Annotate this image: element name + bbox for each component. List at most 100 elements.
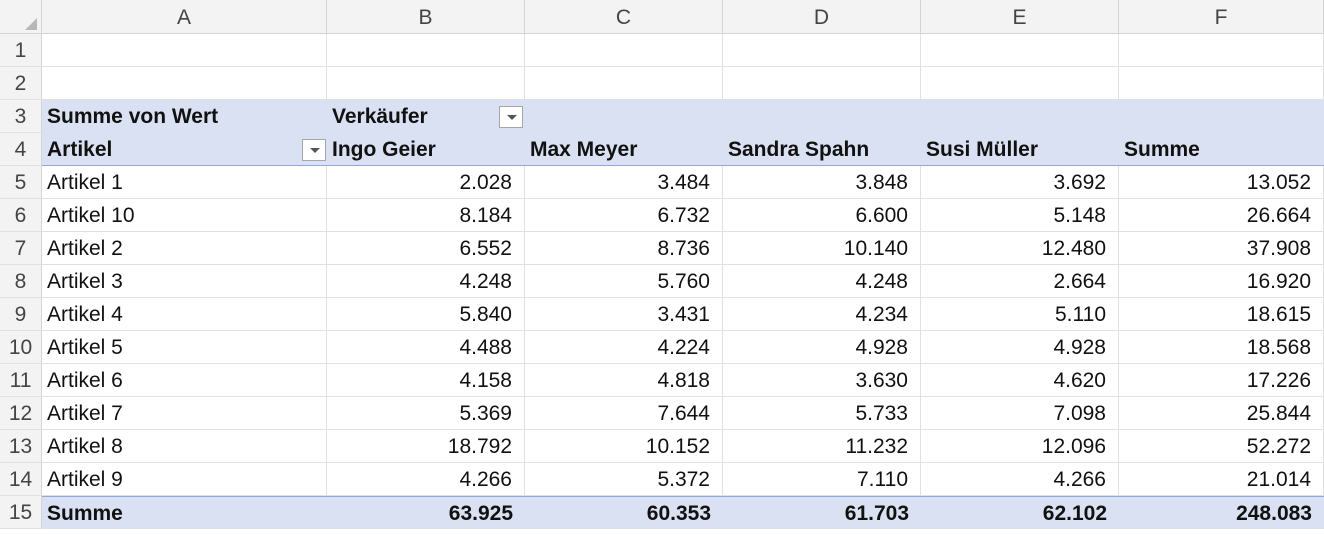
- row-header-8[interactable]: 8: [0, 265, 42, 298]
- column-header-f[interactable]: F: [1119, 0, 1324, 33]
- select-all-button[interactable]: [0, 0, 42, 34]
- value-cell[interactable]: 4.488: [327, 331, 525, 364]
- value-cell[interactable]: 3.484: [525, 166, 723, 199]
- column-filter-dropdown[interactable]: [499, 106, 523, 128]
- row-label[interactable]: Artikel 6: [42, 364, 327, 397]
- value-cell[interactable]: 5.372: [525, 463, 723, 496]
- value-cell[interactable]: 4.266: [327, 463, 525, 496]
- row-header-4[interactable]: 4: [0, 133, 42, 166]
- cell-b[interactable]: [327, 34, 525, 67]
- column-header-c[interactable]: C: [525, 0, 723, 33]
- cell-c[interactable]: [525, 34, 723, 67]
- seller-header[interactable]: Ingo Geier: [327, 133, 525, 166]
- column-total-value[interactable]: 60.353: [525, 497, 723, 530]
- seller-header[interactable]: Sandra Spahn: [723, 133, 921, 166]
- value-cell[interactable]: 12.480: [921, 232, 1119, 265]
- cell-d[interactable]: [723, 34, 921, 67]
- value-cell[interactable]: 4.248: [327, 265, 525, 298]
- row-total-value[interactable]: 26.664: [1119, 199, 1324, 232]
- value-cell[interactable]: 18.792: [327, 430, 525, 463]
- value-cell[interactable]: 8.184: [327, 199, 525, 232]
- row-header-7[interactable]: 7: [0, 232, 42, 265]
- row-header-14[interactable]: 14: [0, 463, 42, 496]
- value-cell[interactable]: 7.110: [723, 463, 921, 496]
- row-header-5[interactable]: 5: [0, 166, 42, 199]
- row-total-value[interactable]: 16.920: [1119, 265, 1324, 298]
- value-cell[interactable]: 4.224: [525, 331, 723, 364]
- row-header-9[interactable]: 9: [0, 298, 42, 331]
- row-header-15[interactable]: 15: [0, 496, 42, 529]
- column-header-d[interactable]: D: [723, 0, 921, 33]
- value-cell[interactable]: 4.818: [525, 364, 723, 397]
- value-cell[interactable]: 11.232: [723, 430, 921, 463]
- row-label[interactable]: Artikel 1: [42, 166, 327, 199]
- row-total-value[interactable]: 52.272: [1119, 430, 1324, 463]
- row-header-13[interactable]: 13: [0, 430, 42, 463]
- grand-total-value[interactable]: 248.083: [1119, 497, 1324, 530]
- row-total-value[interactable]: 21.014: [1119, 463, 1324, 496]
- cell-e[interactable]: [921, 67, 1119, 100]
- value-cell[interactable]: 2.664: [921, 265, 1119, 298]
- cell-c[interactable]: [525, 67, 723, 100]
- value-cell[interactable]: 4.248: [723, 265, 921, 298]
- value-cell[interactable]: 4.158: [327, 364, 525, 397]
- value-cell[interactable]: 5.110: [921, 298, 1119, 331]
- value-cell[interactable]: 12.096: [921, 430, 1119, 463]
- row-header-1[interactable]: 1: [0, 34, 42, 67]
- cell-d[interactable]: [723, 67, 921, 100]
- value-cell[interactable]: 7.098: [921, 397, 1119, 430]
- value-cell[interactable]: 8.736: [525, 232, 723, 265]
- row-header-6[interactable]: 6: [0, 199, 42, 232]
- row-total-value[interactable]: 13.052: [1119, 166, 1324, 199]
- row-total-value[interactable]: 17.226: [1119, 364, 1324, 397]
- row-label[interactable]: Artikel 4: [42, 298, 327, 331]
- row-header-2[interactable]: 2: [0, 67, 42, 100]
- total-column-header[interactable]: Summe: [1119, 133, 1324, 166]
- row-label[interactable]: Artikel 3: [42, 265, 327, 298]
- value-cell[interactable]: 6.732: [525, 199, 723, 232]
- row-filter-dropdown[interactable]: [302, 139, 326, 161]
- row-label[interactable]: Artikel 10: [42, 199, 327, 232]
- column-header-e[interactable]: E: [921, 0, 1119, 33]
- row-label[interactable]: Artikel 8: [42, 430, 327, 463]
- grand-total-label[interactable]: Summe: [42, 497, 327, 530]
- cell-b[interactable]: [327, 67, 525, 100]
- seller-header[interactable]: Max Meyer: [525, 133, 723, 166]
- value-cell[interactable]: 5.840: [327, 298, 525, 331]
- value-cell[interactable]: 5.760: [525, 265, 723, 298]
- pivot-row-field-label[interactable]: Artikel: [42, 133, 327, 166]
- value-cell[interactable]: 6.600: [723, 199, 921, 232]
- value-cell[interactable]: 4.928: [921, 331, 1119, 364]
- value-cell[interactable]: 5.733: [723, 397, 921, 430]
- row-label[interactable]: Artikel 7: [42, 397, 327, 430]
- row-label[interactable]: Artikel 9: [42, 463, 327, 496]
- row-total-value[interactable]: 18.568: [1119, 331, 1324, 364]
- row-header-11[interactable]: 11: [0, 364, 42, 397]
- value-cell[interactable]: 2.028: [327, 166, 525, 199]
- column-total-value[interactable]: 62.102: [921, 497, 1119, 530]
- row-header-3[interactable]: 3: [0, 100, 42, 133]
- value-cell[interactable]: 6.552: [327, 232, 525, 265]
- cell-f[interactable]: [1119, 67, 1324, 100]
- value-cell[interactable]: 3.630: [723, 364, 921, 397]
- value-cell[interactable]: 4.928: [723, 331, 921, 364]
- value-cell[interactable]: 4.266: [921, 463, 1119, 496]
- row-label[interactable]: Artikel 2: [42, 232, 327, 265]
- value-cell[interactable]: 3.431: [525, 298, 723, 331]
- value-cell[interactable]: 4.620: [921, 364, 1119, 397]
- row-total-value[interactable]: 37.908: [1119, 232, 1324, 265]
- value-cell[interactable]: 5.369: [327, 397, 525, 430]
- pivot-value-field-label[interactable]: Summe von Wert: [42, 100, 327, 133]
- value-cell[interactable]: 7.644: [525, 397, 723, 430]
- cell-f[interactable]: [1119, 34, 1324, 67]
- row-label[interactable]: Artikel 5: [42, 331, 327, 364]
- value-cell[interactable]: 10.140: [723, 232, 921, 265]
- cell-e[interactable]: [921, 34, 1119, 67]
- column-header-a[interactable]: A: [42, 0, 327, 33]
- column-header-b[interactable]: B: [327, 0, 525, 33]
- row-total-value[interactable]: 18.615: [1119, 298, 1324, 331]
- cell-a[interactable]: [42, 34, 327, 67]
- column-total-value[interactable]: 61.703: [723, 497, 921, 530]
- value-cell[interactable]: 4.234: [723, 298, 921, 331]
- column-total-value[interactable]: 63.925: [327, 497, 525, 530]
